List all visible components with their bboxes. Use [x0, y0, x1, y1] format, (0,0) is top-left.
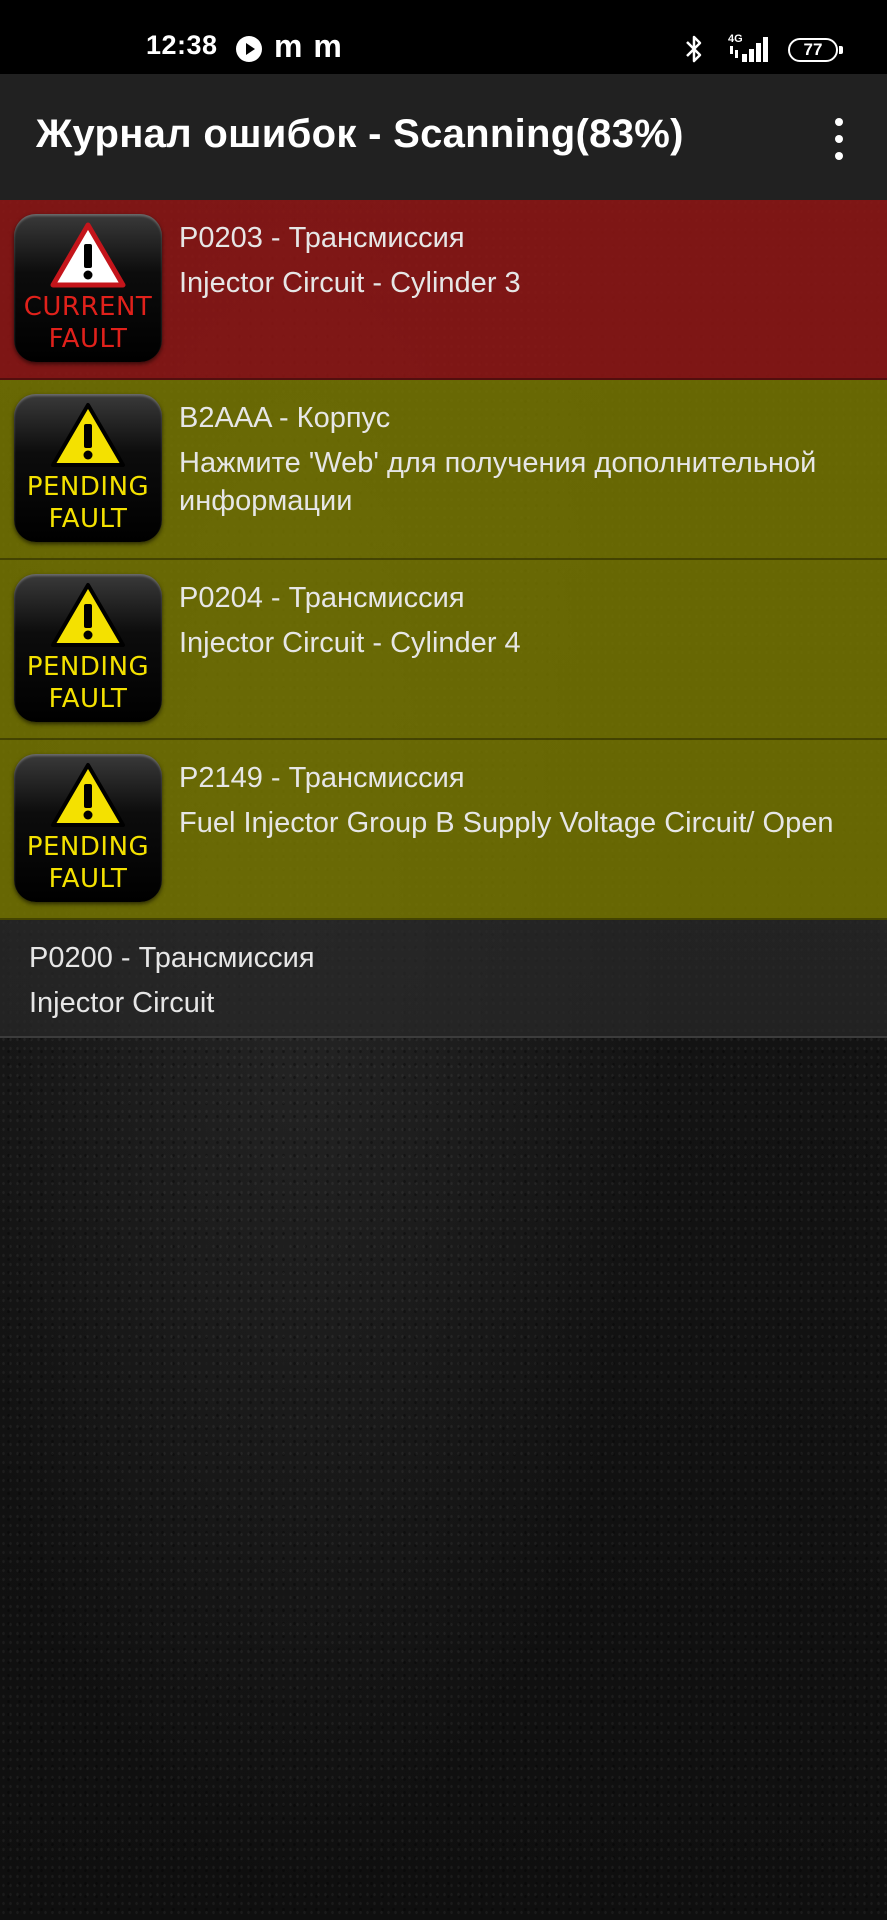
fault-code: P0204 - Трансмиссия [179, 582, 465, 614]
fault-description: Injector Circuit [29, 987, 215, 1019]
notification-icons: m m [274, 28, 343, 64]
pending-fault-badge-icon: PENDING FAULT [14, 574, 162, 722]
fault-description: Нажмите 'Web' для получения дополнительн… [179, 447, 817, 517]
current-fault-badge-icon: CURRENT FAULT [14, 214, 162, 362]
status-bar: 12:38 m m 4G 77 [0, 0, 887, 74]
fault-code: B2AAA - Корпус [179, 402, 391, 434]
fault-row[interactable]: PENDING FAULT P0204 - Трансмиссия Inject… [0, 560, 887, 740]
fault-list: CURRENT FAULT P0203 - Трансмиссия Inject… [0, 200, 887, 1038]
fault-row[interactable]: P0200 - Трансмиссия Injector Circuit [0, 920, 887, 1038]
cellular-signal-icon: 4G [728, 32, 776, 64]
media-play-icon [236, 36, 262, 62]
fault-description: Injector Circuit - Cylinder 3 [179, 267, 521, 299]
pending-fault-badge-icon: PENDING FAULT [14, 754, 162, 902]
fault-description: Fuel Injector Group B Supply Voltage Cir… [179, 807, 834, 839]
fault-code: P0200 - Трансмиссия [29, 942, 315, 974]
pending-fault-badge-icon: PENDING FAULT [14, 394, 162, 542]
badge-label-line2: FAULT [48, 864, 128, 894]
page-title: Журнал ошибок - Scanning(83%) [36, 112, 684, 156]
badge-label-line1: CURRENT [23, 292, 153, 322]
fault-row[interactable]: CURRENT FAULT P0203 - Трансмиссия Inject… [0, 200, 887, 380]
fault-row[interactable]: PENDING FAULT B2AAA - Корпус Нажмите 'We… [0, 380, 887, 560]
badge-label-line1: PENDING [26, 472, 150, 502]
fault-code: P0203 - Трансмиссия [179, 222, 465, 254]
overflow-menu-icon[interactable] [818, 118, 858, 162]
fault-description: Injector Circuit - Cylinder 4 [179, 627, 521, 659]
warning-triangle-icon [50, 222, 126, 288]
badge-label-line2: FAULT [48, 504, 128, 534]
status-time: 12:38 [146, 30, 218, 60]
app-bar: Журнал ошибок - Scanning(83%) [0, 74, 887, 200]
warning-triangle-icon [51, 583, 125, 647]
bluetooth-icon [686, 35, 702, 63]
fault-code: P2149 - Трансмиссия [179, 762, 465, 794]
badge-label-line1: PENDING [26, 652, 150, 682]
badge-label-line1: PENDING [26, 832, 150, 862]
network-type-label: 4G [728, 33, 743, 45]
warning-triangle-icon [51, 403, 125, 467]
fault-row[interactable]: PENDING FAULT P2149 - Трансмиссия Fuel I… [0, 740, 887, 920]
warning-triangle-icon [51, 763, 125, 827]
battery-icon: 77 [788, 38, 843, 62]
badge-label-line2: FAULT [48, 324, 128, 354]
badge-label-line2: FAULT [48, 684, 128, 714]
